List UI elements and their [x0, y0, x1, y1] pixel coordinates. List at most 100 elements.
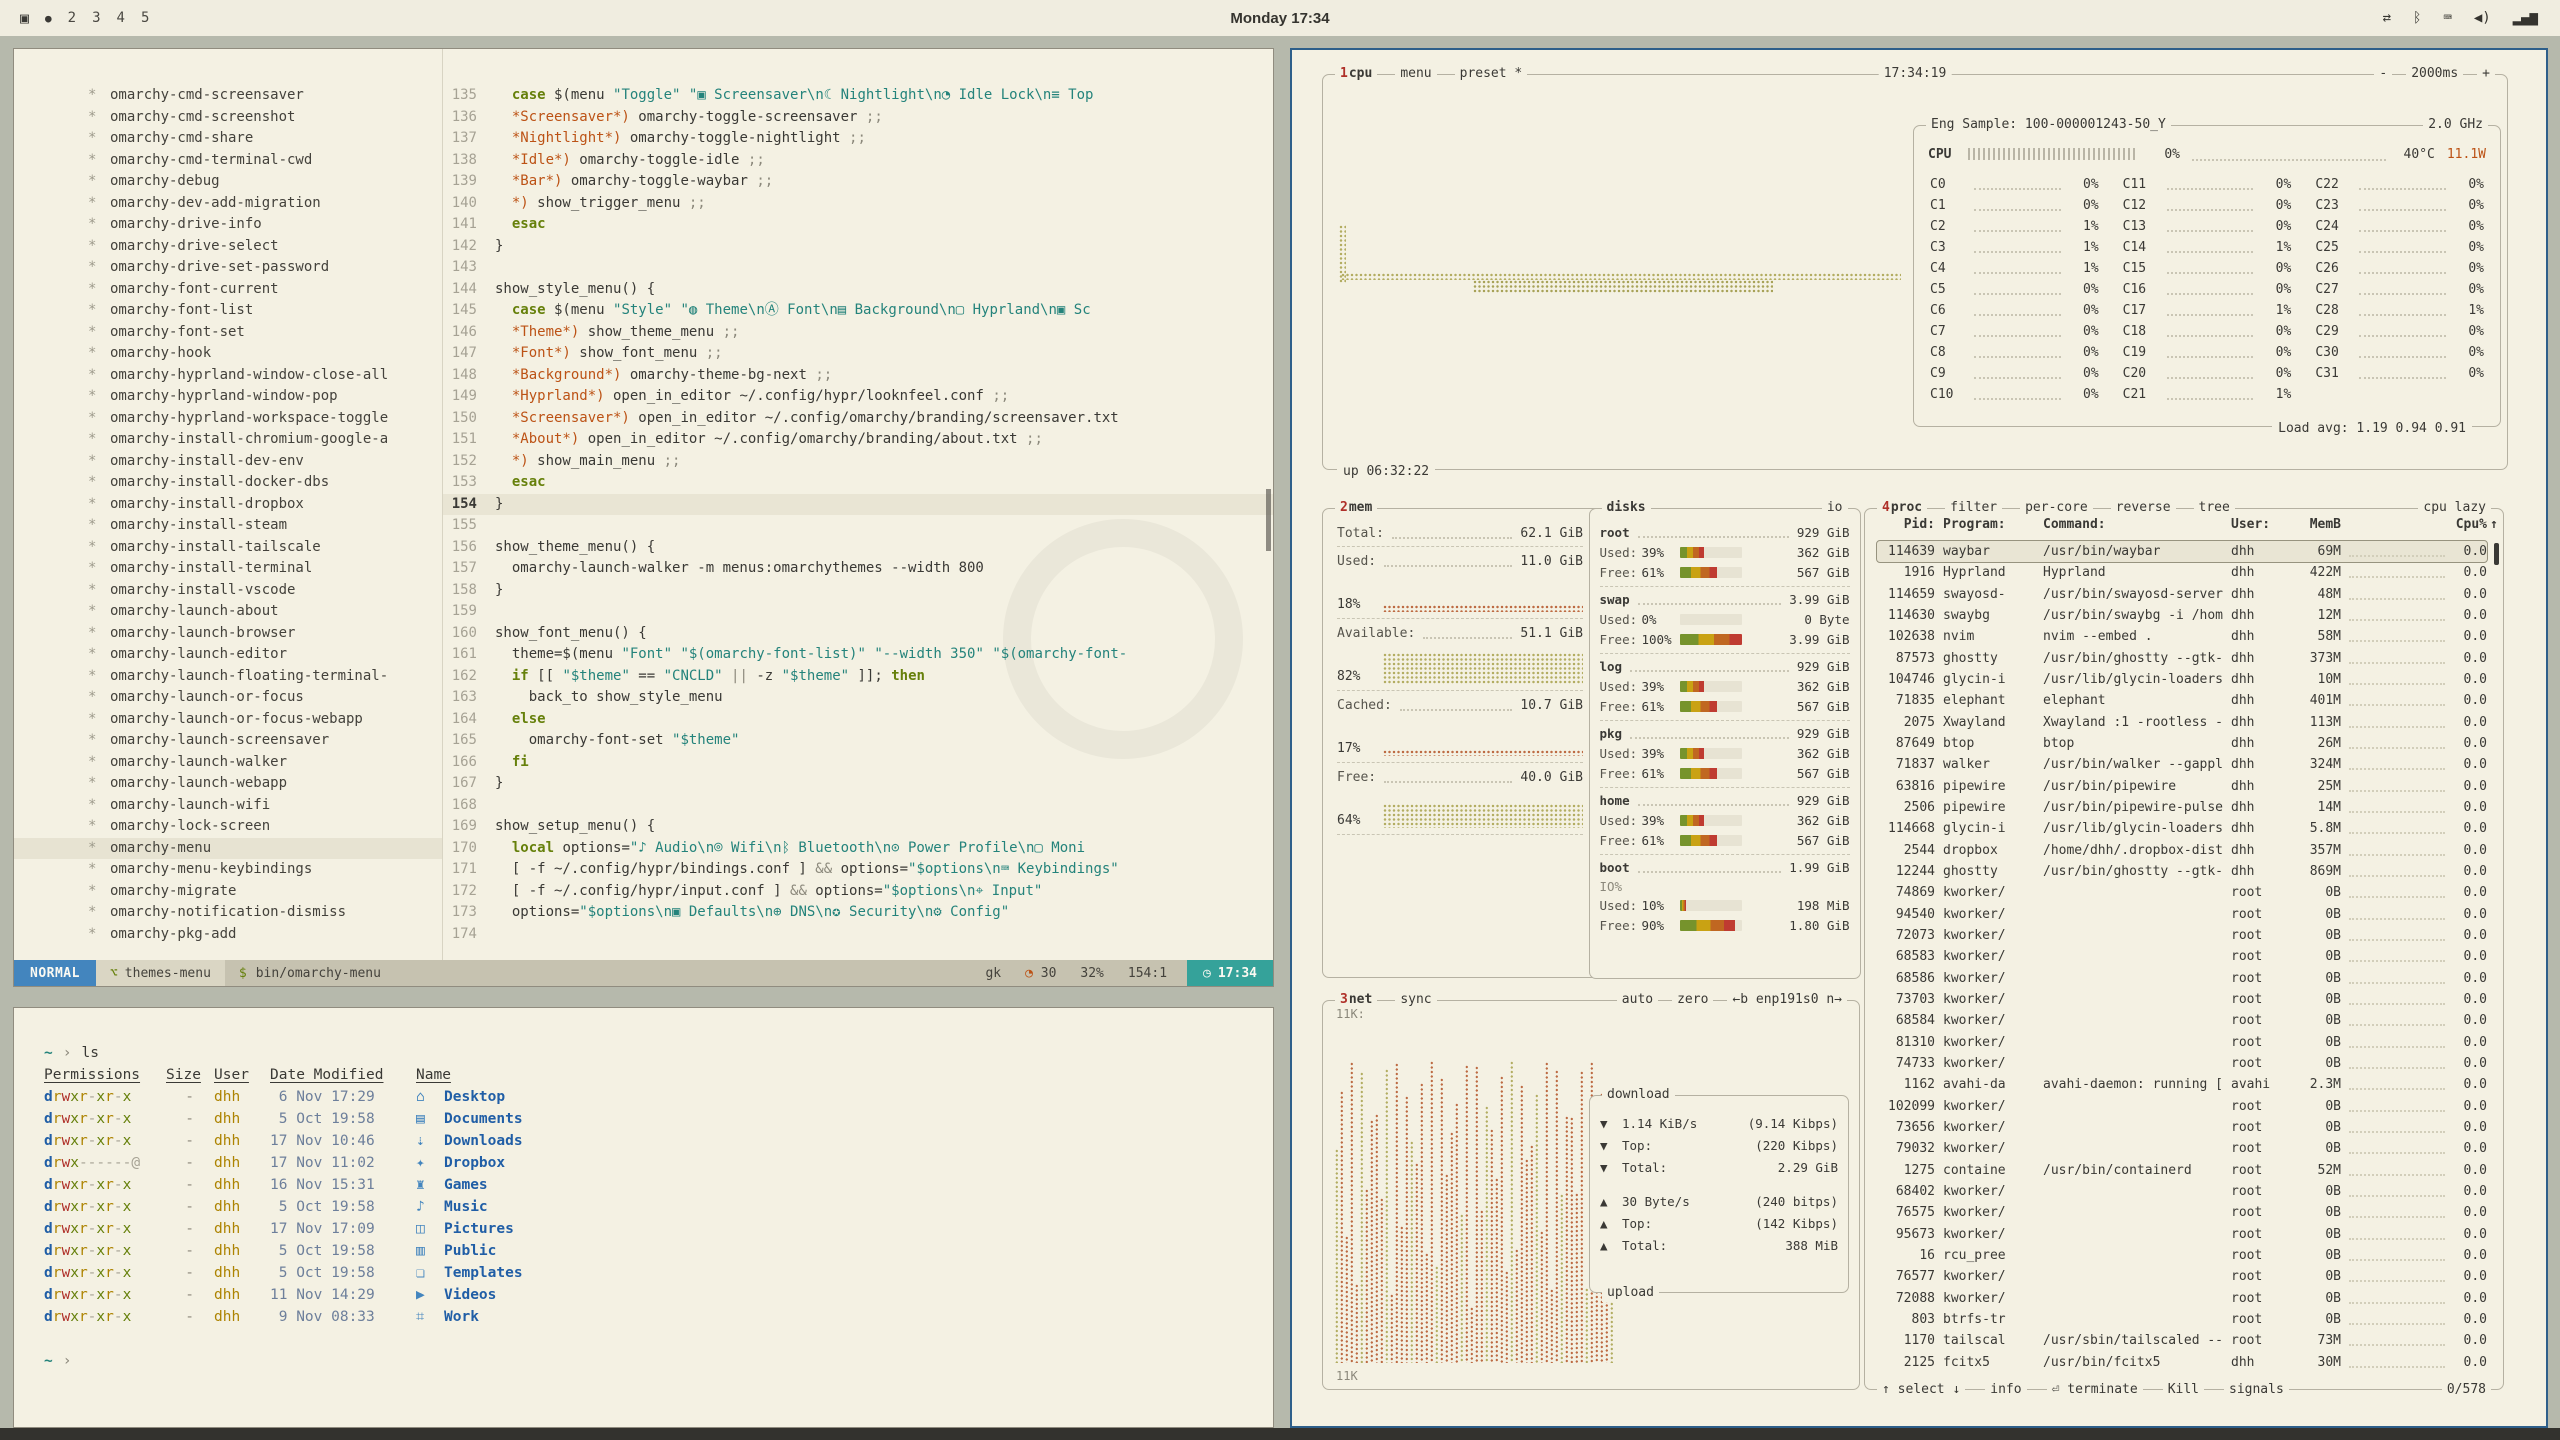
network-icon[interactable]: ▂▄▆: [2513, 10, 2538, 26]
proc-row[interactable]: 1275containe/usr/bin/containerdroot52M0.…: [1877, 1160, 2487, 1181]
proc-row[interactable]: 76577kworker/root0B0.0: [1877, 1266, 2487, 1287]
tree-item[interactable]: *omarchy-pkg-add: [14, 924, 442, 946]
proc-row[interactable]: 76575kworker/root0B0.0: [1877, 1202, 2487, 1223]
tree-item[interactable]: *omarchy-launch-or-focus-webapp: [14, 709, 442, 731]
volume-icon[interactable]: ◀): [2474, 10, 2491, 26]
tree-item[interactable]: *omarchy-cmd-screenshot: [14, 107, 442, 129]
tree-item[interactable]: *omarchy-notification-dismiss: [14, 902, 442, 924]
filter-button[interactable]: filter: [1945, 499, 2002, 517]
tree-item[interactable]: *omarchy-migrate: [14, 881, 442, 903]
per-core-toggle[interactable]: per-core: [2020, 499, 2093, 517]
btop-window[interactable]: 1cpu menu preset * 17:34:19 - 2000ms + E…: [1290, 48, 2548, 1428]
tree-item[interactable]: *omarchy-launch-floating-terminal-: [14, 666, 442, 688]
proc-row[interactable]: 102638nvimnvim --embed .dhh58M0.0: [1877, 626, 2487, 647]
tab-mem[interactable]: 2mem: [1335, 499, 1377, 517]
code-editor[interactable]: 135 case $(menu "Toggle" "▣ Screensaver\…: [443, 49, 1273, 960]
tree-item[interactable]: *omarchy-drive-select: [14, 236, 442, 258]
proc-row[interactable]: 94540kworker/root0B0.0: [1877, 904, 2487, 925]
proc-row[interactable]: 73703kworker/root0B0.0: [1877, 989, 2487, 1010]
proc-row[interactable]: 104746glycin-i/usr/lib/glycin-loadersdhh…: [1877, 669, 2487, 690]
prompt-line-2[interactable]: ~ ›: [44, 1350, 1273, 1372]
info-button[interactable]: info: [1985, 1381, 2026, 1399]
proc-row[interactable]: 71835elephantelephantdhh401M0.0: [1877, 690, 2487, 711]
tree-item[interactable]: *omarchy-launch-editor: [14, 644, 442, 666]
tree-item[interactable]: *omarchy-hyprland-workspace-toggle: [14, 408, 442, 430]
interval-decrease-button[interactable]: -: [2374, 65, 2392, 83]
tree-item[interactable]: *omarchy-drive-set-password: [14, 257, 442, 279]
proc-row[interactable]: 1916HyprlandHyprlanddhh422M0.0: [1877, 562, 2487, 583]
proc-row[interactable]: 2506pipewire/usr/bin/pipewire-pulsedhh14…: [1877, 797, 2487, 818]
proc-row[interactable]: 2075XwaylandXwayland :1 -rootless -dhh11…: [1877, 712, 2487, 733]
proc-row[interactable]: 74869kworker/root0B0.0: [1877, 882, 2487, 903]
auto-toggle[interactable]: auto: [1617, 991, 1658, 1009]
tree-item[interactable]: *omarchy-hyprland-window-close-all: [14, 365, 442, 387]
tree-item[interactable]: *omarchy-debug: [14, 171, 442, 193]
terminate-button[interactable]: ⏎ terminate: [2047, 1381, 2143, 1399]
proc-row[interactable]: 73656kworker/root0B0.0: [1877, 1117, 2487, 1138]
logo-icon[interactable]: ▣: [20, 9, 29, 27]
proc-row[interactable]: 87573ghostty/usr/bin/ghostty --gtk-dhh37…: [1877, 648, 2487, 669]
proc-row[interactable]: 102099kworker/root0B0.0: [1877, 1096, 2487, 1117]
tree-item[interactable]: *omarchy-launch-walker: [14, 752, 442, 774]
file-tree[interactable]: *omarchy-cmd-screensaver*omarchy-cmd-scr…: [14, 49, 442, 960]
screencast-icon[interactable]: ⇄: [2383, 10, 2391, 26]
tree-item[interactable]: *omarchy-launch-screensaver: [14, 730, 442, 752]
proc-row[interactable]: 74733kworker/root0B0.0: [1877, 1053, 2487, 1074]
tab-proc[interactable]: 4proc: [1877, 499, 1927, 517]
tree-item[interactable]: *omarchy-font-set: [14, 322, 442, 344]
proc-row[interactable]: 803btrfs-trroot0B0.0: [1877, 1309, 2487, 1330]
proc-row[interactable]: 16rcu_preeroot0B0.0: [1877, 1245, 2487, 1266]
tree-item[interactable]: *omarchy-cmd-screensaver: [14, 85, 442, 107]
tree-item[interactable]: *omarchy-install-docker-dbs: [14, 472, 442, 494]
tree-item[interactable]: *omarchy-launch-about: [14, 601, 442, 623]
tab-io[interactable]: io: [1822, 499, 1848, 517]
tree-item[interactable]: *omarchy-install-tailscale: [14, 537, 442, 559]
proc-row[interactable]: 68583kworker/root0B0.0: [1877, 946, 2487, 967]
tree-item[interactable]: *omarchy-install-steam: [14, 515, 442, 537]
tree-item[interactable]: *omarchy-drive-info: [14, 214, 442, 236]
tree-item[interactable]: *omarchy-launch-browser: [14, 623, 442, 645]
zero-toggle[interactable]: zero: [1672, 991, 1713, 1009]
terminal-window[interactable]: ~ › ls PermissionsSizeUserDate ModifiedN…: [13, 1007, 1274, 1428]
tree-toggle[interactable]: tree: [2194, 499, 2235, 517]
proc-row[interactable]: 79032kworker/root0B0.0: [1877, 1138, 2487, 1159]
kill-button[interactable]: Kill: [2163, 1381, 2204, 1399]
proc-row[interactable]: 114659swayosd-/usr/bin/swayosd-serverdhh…: [1877, 584, 2487, 605]
proc-row[interactable]: 2544dropbox/home/dhh/.dropbox-distdhh357…: [1877, 840, 2487, 861]
tree-item[interactable]: *omarchy-cmd-terminal-cwd: [14, 150, 442, 172]
interface-selector[interactable]: ←b enp191s0 n→: [1727, 991, 1847, 1009]
tree-item[interactable]: *omarchy-menu-keybindings: [14, 859, 442, 881]
tree-item[interactable]: *omarchy-install-dev-env: [14, 451, 442, 473]
tree-item[interactable]: *omarchy-launch-wifi: [14, 795, 442, 817]
workspace-5[interactable]: 5: [141, 10, 149, 26]
proc-row[interactable]: 68402kworker/root0B0.0: [1877, 1181, 2487, 1202]
tree-item[interactable]: *omarchy-install-terminal: [14, 558, 442, 580]
signals-button[interactable]: signals: [2224, 1381, 2289, 1399]
tree-item[interactable]: *omarchy-install-dropbox: [14, 494, 442, 516]
proc-row[interactable]: 2125fcitx5/usr/bin/fcitx5dhh30M0.0: [1877, 1352, 2487, 1373]
proc-scrollbar[interactable]: [2494, 543, 2499, 565]
proc-row[interactable]: 87649btopbtopdhh26M0.0: [1877, 733, 2487, 754]
tree-item[interactable]: *omarchy-launch-or-focus: [14, 687, 442, 709]
proc-row[interactable]: 12244ghostty/usr/bin/ghostty --gtk-dhh86…: [1877, 861, 2487, 882]
menu-button[interactable]: menu: [1395, 65, 1436, 83]
proc-row[interactable]: 114639waybar/usr/bin/waybardhh69M0.0: [1877, 541, 2487, 562]
workspace-3[interactable]: 3: [92, 10, 100, 26]
tab-cpu[interactable]: 1cpu: [1335, 65, 1377, 83]
proc-row[interactable]: 68584kworker/root0B0.0: [1877, 1010, 2487, 1031]
preset-button[interactable]: preset *: [1455, 65, 1528, 83]
tree-item[interactable]: *omarchy-install-chromium-google-a: [14, 429, 442, 451]
reverse-toggle[interactable]: reverse: [2111, 499, 2176, 517]
tree-item[interactable]: *omarchy-lock-screen: [14, 816, 442, 838]
proc-row[interactable]: 72088kworker/root0B0.0: [1877, 1288, 2487, 1309]
sort-selector[interactable]: cpu lazy: [2418, 499, 2491, 517]
proc-row[interactable]: 1162avahi-daavahi-daemon: running [avahi…: [1877, 1074, 2487, 1095]
proc-row[interactable]: 72073kworker/root0B0.0: [1877, 925, 2487, 946]
sync-toggle[interactable]: sync: [1395, 991, 1436, 1009]
editor-window[interactable]: *omarchy-cmd-screensaver*omarchy-cmd-scr…: [13, 48, 1274, 987]
proc-row[interactable]: 114668glycin-i/usr/lib/glycin-loadersdhh…: [1877, 818, 2487, 839]
proc-row[interactable]: 114630swaybg/usr/bin/swaybg -i /homdhh12…: [1877, 605, 2487, 626]
bluetooth-icon[interactable]: ᛒ: [2413, 10, 2421, 26]
proc-row[interactable]: 95673kworker/root0B0.0: [1877, 1224, 2487, 1245]
proc-row[interactable]: 1170tailscal/usr/sbin/tailscaled --root7…: [1877, 1330, 2487, 1351]
